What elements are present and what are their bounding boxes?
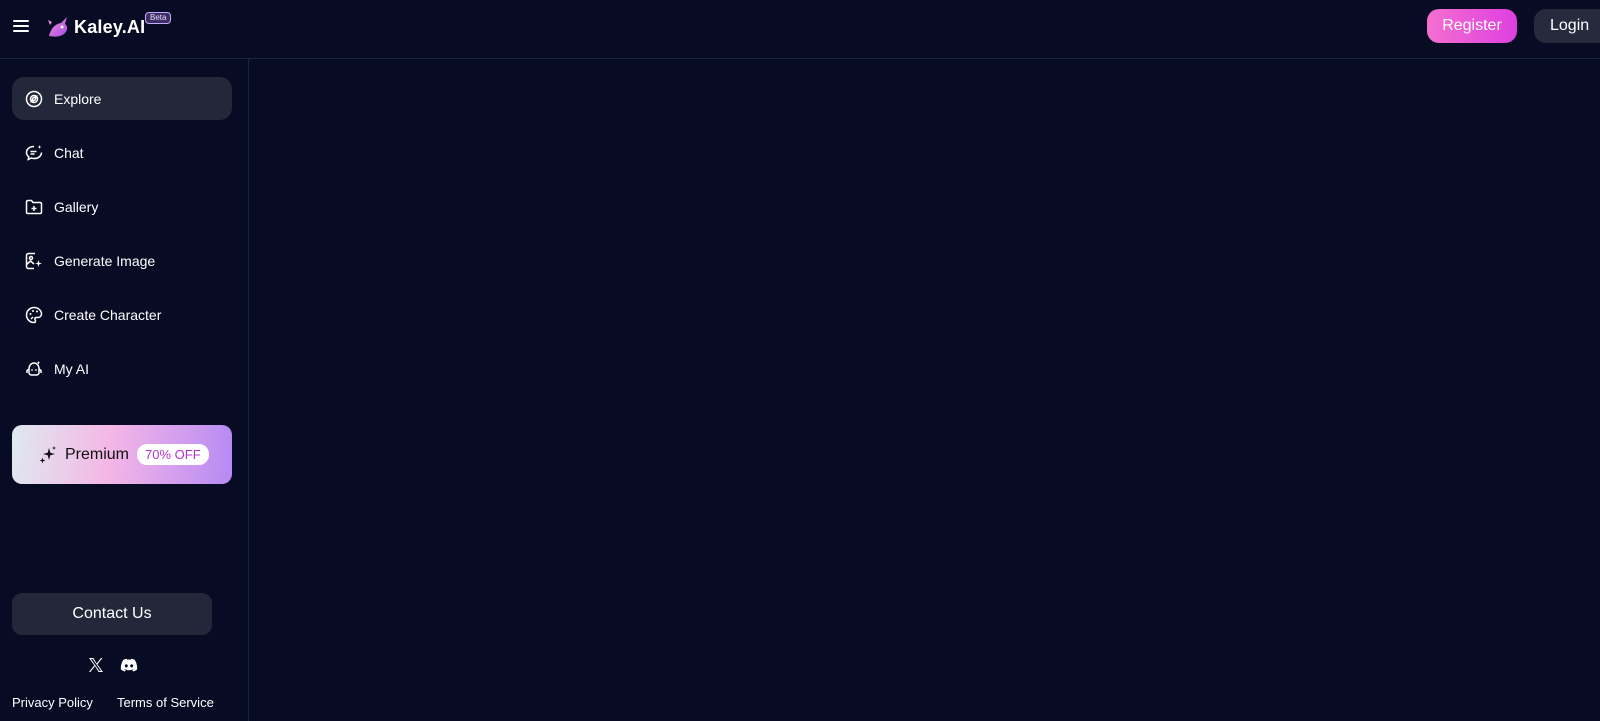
privacy-policy-link[interactable]: Privacy Policy: [12, 695, 93, 710]
discord-icon[interactable]: [120, 656, 138, 674]
sidebar-item-my-ai[interactable]: My AI: [12, 347, 232, 390]
sidebar-item-label: Explore: [54, 90, 102, 107]
sparkle-icon: [39, 445, 56, 463]
brand-name: Kaley.AI: [74, 16, 146, 37]
kaley-logo-icon: [48, 17, 68, 37]
image-sparkle-icon: [25, 252, 42, 269]
beta-badge: Beta: [145, 12, 172, 24]
top-bar: Kaley.AI Beta Register Login: [0, 0, 1600, 59]
premium-button[interactable]: Premium 70% OFF: [12, 425, 232, 484]
main-content: [249, 59, 1600, 721]
sidebar-item-generate-image[interactable]: Generate Image: [12, 239, 232, 282]
login-button[interactable]: Login: [1534, 9, 1600, 43]
hamburger-menu-icon[interactable]: [12, 17, 30, 35]
sidebar-item-label: Generate Image: [54, 252, 156, 269]
x-icon[interactable]: [87, 656, 105, 674]
contact-us-button[interactable]: Contact Us: [12, 593, 212, 635]
sidebar-item-label: Create Character: [54, 306, 162, 323]
register-button[interactable]: Register: [1427, 9, 1517, 43]
sidebar-item-create-character[interactable]: Create Character: [12, 293, 232, 336]
sidebar-item-label: My AI: [54, 360, 90, 377]
brand-logo[interactable]: Kaley.AI Beta: [45, 12, 172, 42]
sidebar: Explore Chat Gallery Generate Image Crea…: [0, 59, 249, 721]
sidebar-item-chat[interactable]: Chat: [12, 131, 232, 174]
robot-icon: [26, 360, 42, 376]
palette-icon: [25, 306, 43, 323]
sidebar-item-label: Gallery: [54, 198, 99, 215]
premium-label: Premium: [65, 445, 130, 463]
sidebar-item-label: Chat: [54, 144, 84, 161]
chat-bubble-icon: [25, 144, 43, 161]
sidebar-item-explore[interactable]: Explore: [12, 77, 232, 120]
folder-image-icon: [25, 199, 43, 214]
sidebar-item-gallery[interactable]: Gallery: [12, 185, 232, 228]
compass-icon: [25, 90, 43, 107]
terms-of-service-link[interactable]: Terms of Service: [117, 695, 214, 710]
discount-badge: 70% OFF: [137, 444, 209, 465]
